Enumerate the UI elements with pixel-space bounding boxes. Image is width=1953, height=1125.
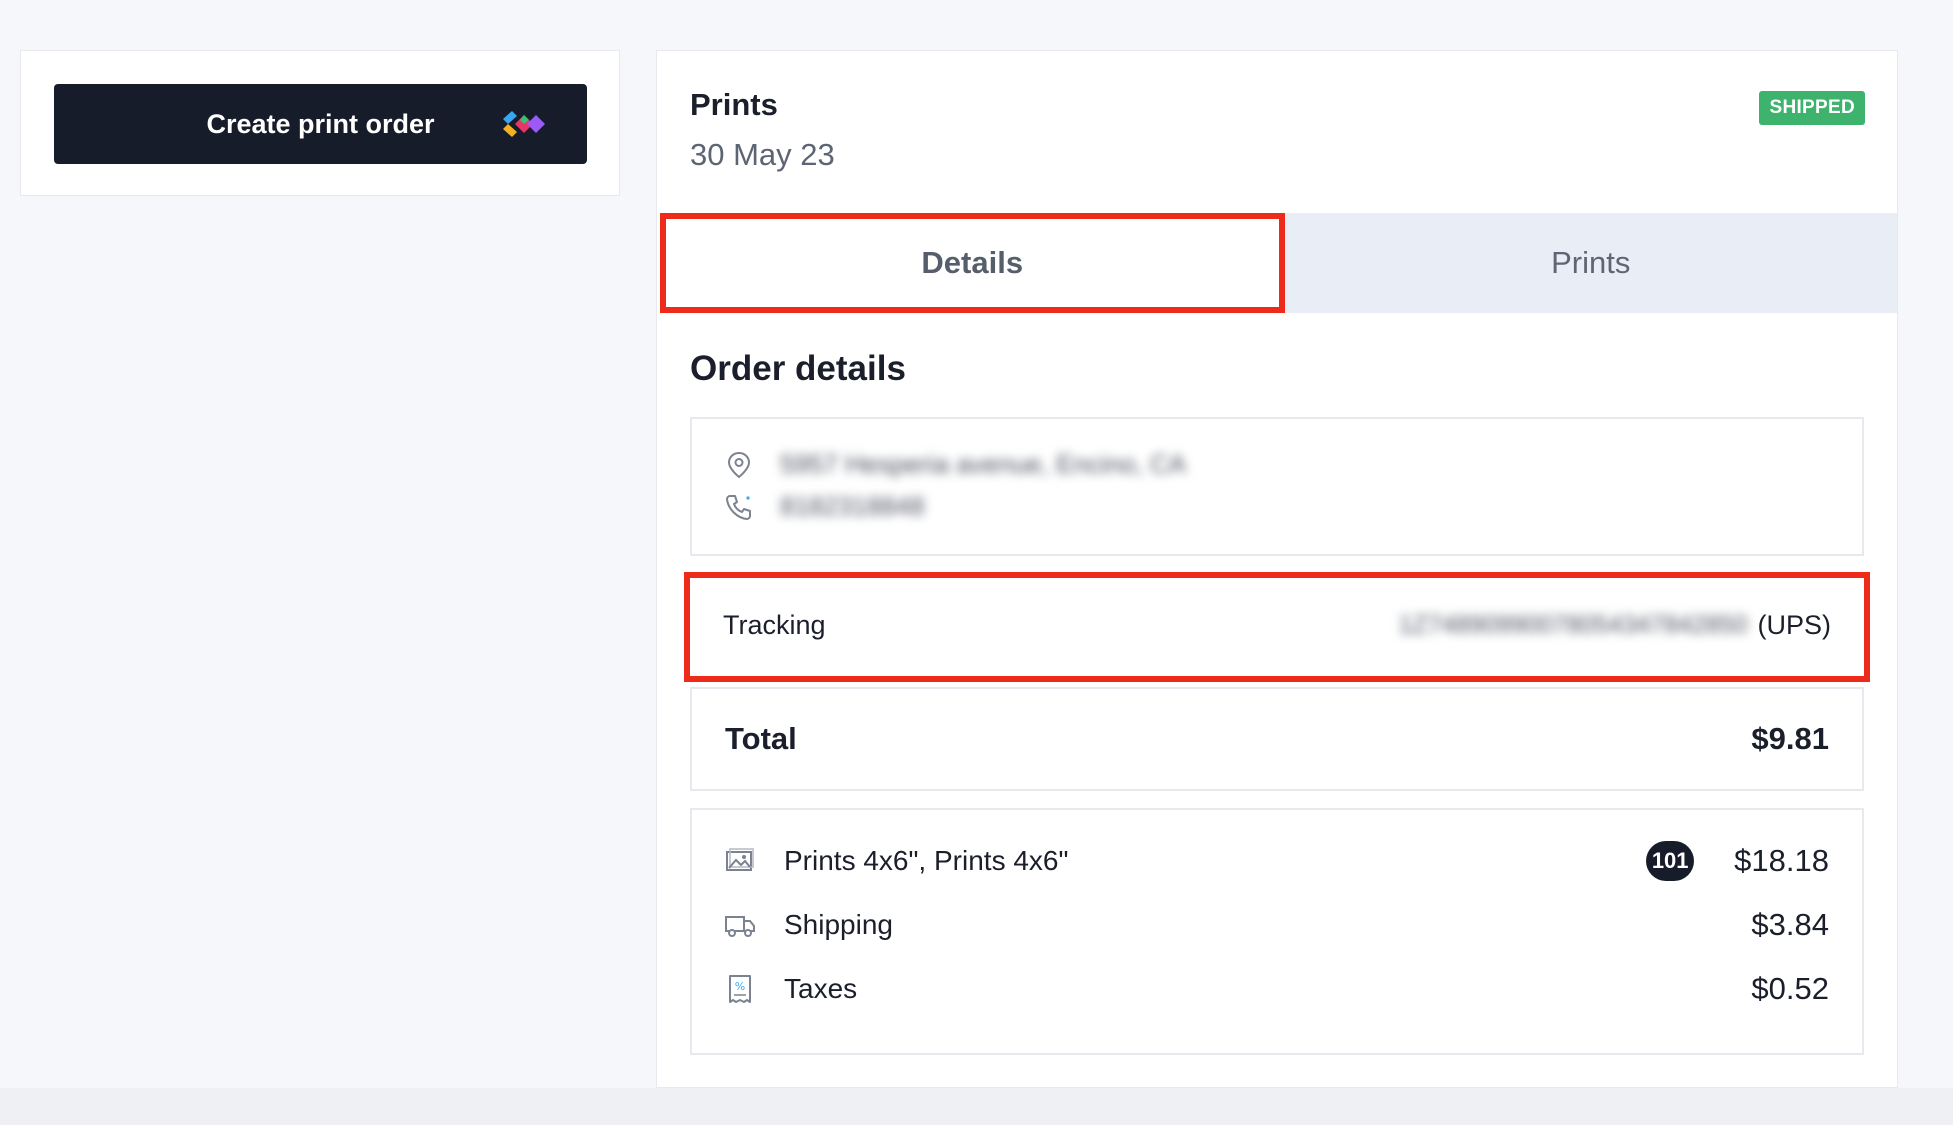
svg-text:%: %: [735, 980, 745, 993]
line-item-prints: Prints 4x6", Prints 4x6" 101 $18.18: [724, 841, 1829, 881]
line-item-taxes: % Taxes $0.52: [724, 969, 1829, 1009]
tab-prints[interactable]: Prints: [1284, 213, 1897, 313]
total-label: Total: [725, 721, 797, 756]
create-print-order-button[interactable]: Create print order: [54, 84, 587, 164]
phone-text: 8182318848: [780, 491, 925, 521]
create-print-order-label: Create print order: [206, 108, 435, 139]
line-item-label: Shipping: [784, 909, 893, 940]
quantity-badge: 101: [1646, 841, 1695, 881]
contact-box: 5957 Hesperia avenue, Encino, CA 8182318…: [690, 417, 1864, 556]
tracking-row: Tracking 1Z74890990078054347842850 (UPS): [684, 572, 1870, 682]
bottom-strip: [0, 1088, 1953, 1125]
address-text: 5957 Hesperia avenue, Encino, CA: [780, 449, 1187, 479]
status-badge: SHIPPED: [1759, 91, 1865, 125]
tracking-value[interactable]: 1Z74890990078054347842850 (UPS): [1399, 610, 1831, 641]
line-item-shipping: Shipping $3.84: [724, 905, 1829, 945]
line-item-label: Taxes: [784, 973, 858, 1004]
address-row: 5957 Hesperia avenue, Encino, CA: [724, 449, 1186, 480]
line-item-price: $18.18: [1734, 843, 1829, 878]
tracking-number[interactable]: 1Z74890990078054347842850: [1399, 611, 1748, 640]
truck-icon: [725, 916, 755, 937]
phone-row: 8182318848: [724, 491, 925, 522]
left-card: Create print order: [20, 50, 620, 196]
line-items-box: Prints 4x6", Prints 4x6" 101 $18.18 Ship…: [690, 808, 1864, 1055]
phone-icon: [726, 494, 751, 520]
tab-bar: Details Prints: [657, 213, 1897, 313]
order-title: Prints: [690, 87, 778, 122]
tracking-label: Tracking: [723, 610, 826, 640]
line-item-price: $0.52: [1751, 971, 1829, 1006]
total-value: $9.81: [1751, 721, 1829, 756]
tracking-carrier: (UPS): [1757, 610, 1832, 640]
total-box: Total $9.81: [690, 687, 1864, 791]
receipt-icon: %: [729, 975, 751, 1003]
tab-details[interactable]: Details: [660, 213, 1285, 313]
order-date: 30 May 23: [690, 137, 835, 172]
brand-logo-icon: [503, 111, 545, 137]
line-item-price: $3.84: [1751, 907, 1829, 942]
image-icon: [726, 848, 754, 871]
section-title: Order details: [690, 349, 906, 388]
map-pin-icon: [727, 451, 751, 478]
line-item-label: Prints 4x6", Prints 4x6": [784, 845, 1069, 876]
order-panel: Prints 30 May 23 SHIPPED Details Prints …: [656, 50, 1898, 1088]
